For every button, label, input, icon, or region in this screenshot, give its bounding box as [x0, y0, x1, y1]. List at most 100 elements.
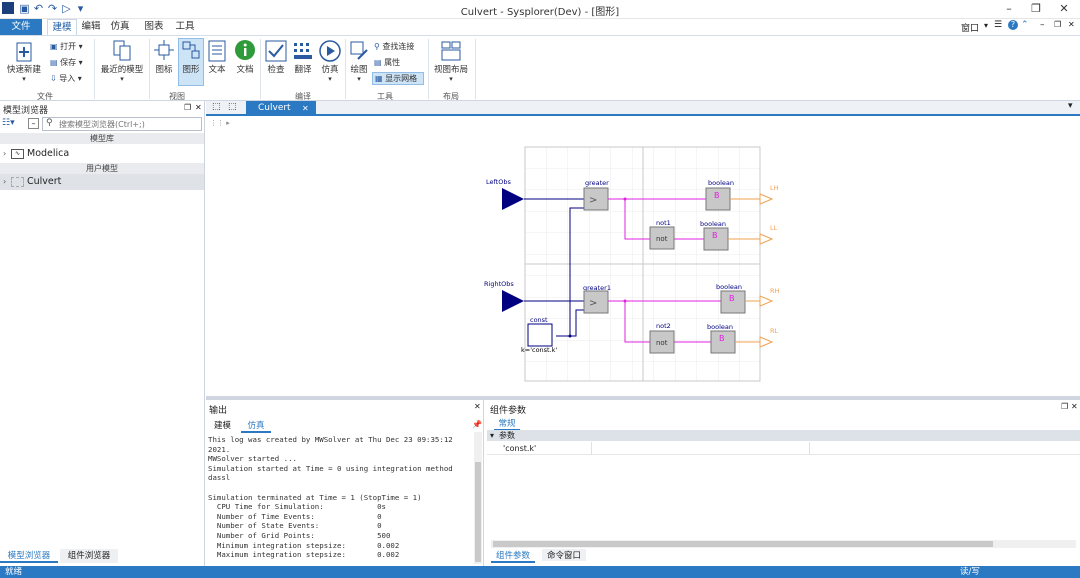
restore-button[interactable]: ❐	[1022, 0, 1050, 19]
scrollbar-thumb[interactable]	[493, 541, 993, 547]
open-icon: ▣	[50, 42, 58, 51]
expand-arrow-icon[interactable]: ›	[3, 174, 6, 190]
vertical-scrollbar[interactable]	[474, 432, 482, 564]
simulate-button[interactable]: 仿真 ▾	[317, 39, 343, 83]
translate-label: 翻译	[294, 65, 312, 75]
const-block[interactable]	[527, 323, 553, 347]
collapse-ribbon-icon[interactable]: ⌃	[1021, 20, 1029, 30]
doc-minimize-icon[interactable]: –	[1040, 20, 1045, 30]
properties-button[interactable]: ▤ 属性	[374, 57, 400, 68]
recent-models-button[interactable]: 最近的模型 ▾	[98, 39, 146, 83]
open-button[interactable]: ▣ 打开 ▾	[50, 41, 83, 52]
find-connection-button[interactable]: ⚲ 查找连接	[374, 41, 414, 52]
search-input[interactable]	[59, 118, 199, 130]
tab-chart[interactable]: 图表	[142, 19, 166, 35]
find-connection-label: 查找连接	[382, 42, 415, 51]
quick-new-button[interactable]: 快速新建 ▾	[5, 41, 43, 83]
left-obs-input-port[interactable]	[502, 188, 524, 210]
filter-button[interactable]: ☷▾	[2, 118, 26, 131]
model-browser-panel: 模型浏览器 ❐ ✕ ☷▾ – ⚲ 模型库 › ∿ Modelica 用户模型 ›…	[0, 101, 205, 566]
status-bar: 就绪 读/写	[0, 566, 1080, 578]
pin-icon[interactable]: ❐	[184, 103, 191, 112]
view-layout-button[interactable]: 视图布局 ▾	[432, 39, 470, 83]
tab-output-modeling[interactable]: 建模	[214, 419, 231, 431]
doc-view-button[interactable]: 文档	[233, 39, 257, 75]
tab-component-browser[interactable]: 组件浏览器	[60, 549, 118, 563]
diagram-canvas[interactable]: ⋮⋮ ▸ LeftObs RightObs greater > greater1…	[206, 118, 1080, 396]
menu-caret-icon[interactable]: ▾	[984, 21, 988, 30]
pin-icon[interactable]: ❐	[1061, 402, 1068, 411]
expand-arrow-icon[interactable]: ›	[3, 146, 6, 162]
group-separator	[475, 39, 476, 99]
panel-close-icon[interactable]: ✕	[195, 103, 202, 112]
diagram[interactable]: LeftObs RightObs greater > greater1 > co…	[206, 118, 1080, 396]
tab-command-window[interactable]: 命令窗口	[542, 549, 586, 561]
rl-output-port[interactable]	[759, 336, 774, 348]
output-close-icon[interactable]: ✕	[474, 402, 481, 411]
collapse-all-button[interactable]: –	[28, 118, 39, 129]
doc-restore-icon[interactable]: ❐	[1054, 20, 1061, 29]
tree-item-modelica[interactable]: › ∿ Modelica	[0, 146, 204, 162]
param-group-header[interactable]: ▾ 参数	[487, 430, 1080, 441]
tree-item-culvert[interactable]: › Culvert	[0, 174, 204, 190]
properties-icon: ▤	[374, 58, 382, 67]
horizontal-scrollbar[interactable]	[491, 540, 1076, 548]
param-row[interactable]: 'const.k'	[487, 442, 1080, 455]
ribbon-tab-bar: 文件 建模 编辑 仿真 图表 工具 窗口 ▾ ☰ ? ⌃ – ❐ ✕	[0, 19, 1080, 35]
junction-dot	[568, 334, 572, 338]
rh-output-port[interactable]	[759, 295, 774, 307]
ribbon: 快速新建 ▾ ▣ 打开 ▾ ▤ 保存 ▾ ⇩ 导入 ▾ 文件 最近的模型 ▾ 图…	[0, 35, 1080, 101]
column-divider	[591, 442, 592, 455]
minimize-button[interactable]: –	[995, 0, 1023, 19]
boolean-label: boolean	[707, 323, 733, 331]
help-icon[interactable]: ?	[1008, 20, 1018, 30]
tab-general[interactable]: 常规	[494, 417, 520, 431]
check-label: 检查	[267, 65, 285, 75]
tab-list-icon[interactable]: ▾	[1068, 101, 1073, 111]
tab-model-browser[interactable]: 模型浏览器	[0, 549, 58, 563]
draw-button[interactable]: 绘图 ▾	[348, 39, 370, 83]
icon-view-button[interactable]: 图标	[152, 39, 176, 75]
check-button[interactable]: 检查	[263, 39, 289, 75]
tab-tools[interactable]: 工具	[173, 19, 197, 35]
tab-close-icon[interactable]: ✕	[302, 101, 309, 116]
output-title: 输出	[209, 406, 228, 416]
collapse-arrow-icon: ▾	[490, 431, 495, 440]
translate-button[interactable]: 翻译	[290, 39, 316, 75]
tab-simulation[interactable]: 仿真	[108, 19, 132, 35]
show-grid-button[interactable]: ▦ 显示网格	[372, 72, 424, 85]
import-button[interactable]: ⇩ 导入 ▾	[50, 73, 82, 84]
tab-output-simulation[interactable]: 仿真	[241, 419, 271, 433]
diagram-view-button[interactable]: 图形	[178, 38, 204, 86]
params-close-icon[interactable]: ✕	[1071, 402, 1078, 411]
tab-edit[interactable]: 编辑	[79, 19, 103, 35]
group-separator	[345, 39, 346, 99]
nav-forward-icon[interactable]: ⬚	[228, 102, 237, 112]
layout-icon[interactable]: ☰	[994, 20, 1002, 30]
group-separator	[428, 39, 429, 99]
tab-culvert[interactable]: Culvert ✕	[246, 101, 316, 116]
tab-modeling[interactable]: 建模	[47, 19, 77, 35]
right-obs-input-port[interactable]	[502, 290, 524, 312]
rh-label: RH	[770, 287, 780, 295]
column-divider	[809, 442, 810, 455]
save-button[interactable]: ▤ 保存 ▾	[50, 57, 83, 68]
doc-close-icon[interactable]: ✕	[1068, 20, 1075, 29]
boolean-b-text: B	[719, 334, 725, 343]
nav-back-icon[interactable]: ⬚	[212, 102, 221, 112]
tab-component-params[interactable]: 组件参数	[491, 549, 535, 563]
tab-file[interactable]: 文件	[0, 19, 42, 35]
lh-output-port[interactable]	[759, 193, 774, 205]
boolean-b-text: B	[729, 294, 735, 303]
search-box[interactable]: ⚲	[42, 117, 202, 131]
modelica-icon: ∿	[11, 149, 24, 159]
ll-output-port[interactable]	[759, 233, 774, 245]
boolean-b-text: B	[712, 231, 718, 240]
diagram-view-icon	[182, 41, 200, 59]
close-button[interactable]: ✕	[1050, 0, 1078, 19]
pin-icon[interactable]: 📌	[472, 420, 482, 429]
text-view-button[interactable]: 文本	[205, 39, 229, 75]
window-menu[interactable]: 窗口	[961, 21, 979, 34]
translate-icon	[294, 43, 312, 59]
scrollbar-thumb[interactable]	[475, 462, 481, 562]
